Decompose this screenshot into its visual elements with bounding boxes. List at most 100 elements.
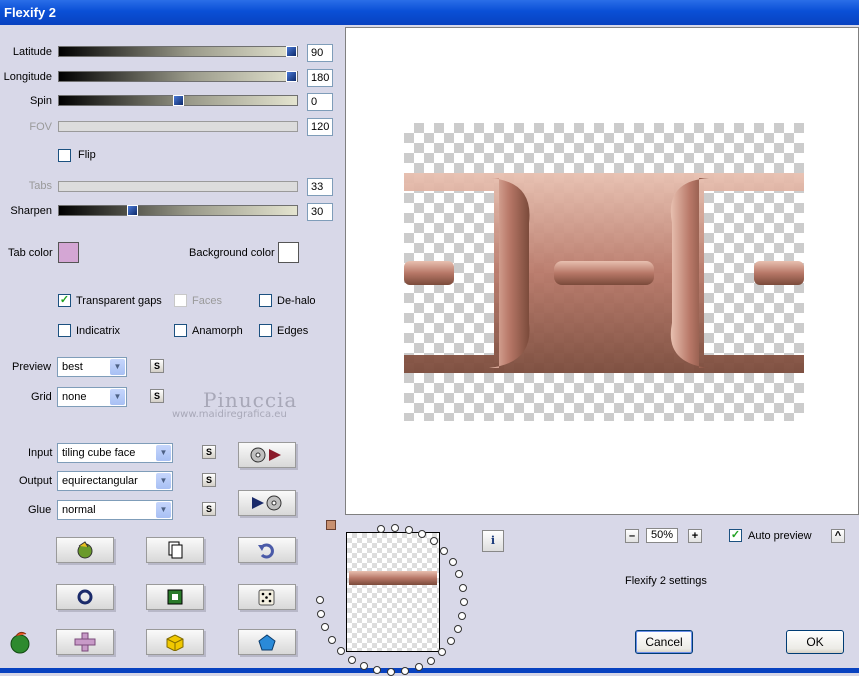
dial-dot[interactable] — [449, 557, 458, 566]
navigator-dial[interactable] — [312, 520, 472, 676]
preview-image — [404, 123, 804, 421]
square-frame-icon — [167, 589, 183, 605]
dial-dot[interactable] — [414, 662, 423, 671]
background-color-swatch[interactable] — [278, 242, 299, 263]
info-button[interactable]: i — [482, 530, 504, 552]
plugin-logo-icon — [8, 630, 32, 657]
chevron-down-icon: ▼ — [156, 502, 171, 518]
glue-label: Glue — [28, 504, 52, 516]
longitude-label: Longitude — [3, 71, 52, 83]
anamorph-label: Anamorph — [192, 325, 243, 337]
dial-dot[interactable] — [376, 524, 385, 533]
latitude-slider[interactable] — [58, 46, 298, 57]
edges-checkbox[interactable] — [259, 324, 272, 337]
de-halo-checkbox[interactable] — [259, 294, 272, 307]
copy-button[interactable] — [146, 537, 204, 563]
input-s-button[interactable]: S — [202, 445, 216, 459]
dice-button[interactable] — [238, 584, 296, 610]
spin-value[interactable]: 0 — [307, 93, 333, 111]
sharpen-slider[interactable] — [58, 205, 298, 216]
spin-slider-thumb[interactable] — [173, 95, 184, 106]
fov-slider — [58, 121, 298, 132]
rope-frame-image — [404, 173, 804, 373]
transparent-gaps-checkbox[interactable]: ✓ — [58, 294, 71, 307]
longitude-slider[interactable] — [58, 71, 298, 82]
randomize-button[interactable] — [56, 537, 114, 563]
pentagon-button[interactable] — [238, 629, 296, 655]
grid-s-button[interactable]: S — [150, 389, 164, 403]
title-bar: Flexify 2 — [0, 0, 859, 25]
dial-dot[interactable] — [404, 525, 413, 534]
latitude-value[interactable]: 90 — [307, 44, 333, 62]
dial-dot[interactable] — [390, 524, 399, 533]
save-preset-button[interactable] — [238, 490, 296, 516]
dial-dot[interactable] — [373, 666, 382, 675]
tab-shape-button[interactable] — [56, 629, 114, 655]
undo-icon — [258, 543, 274, 559]
dial-dot[interactable] — [458, 611, 467, 620]
chevron-down-icon: ▼ — [156, 473, 171, 489]
ring-button[interactable] — [56, 584, 114, 610]
dial-dot[interactable] — [387, 667, 396, 676]
longitude-value[interactable]: 180 — [307, 69, 333, 87]
grid-dropdown-value: none — [62, 391, 87, 403]
dial-dot[interactable] — [417, 530, 426, 539]
sharpen-slider-thumb[interactable] — [127, 205, 138, 216]
dial-dot[interactable] — [347, 655, 356, 664]
dial-dot[interactable] — [459, 597, 468, 606]
dial-dot[interactable] — [316, 596, 324, 604]
cancel-button[interactable]: Cancel — [635, 630, 693, 654]
dial-dot[interactable] — [458, 583, 467, 592]
dial-dot[interactable] — [321, 623, 330, 632]
undo-button[interactable] — [238, 537, 296, 563]
glue-s-button[interactable]: S — [202, 502, 216, 516]
dial-dot[interactable] — [455, 570, 464, 579]
grid-dropdown[interactable]: none ▼ — [57, 387, 127, 407]
preview-s-button[interactable]: S — [150, 359, 164, 373]
load-preset-button[interactable] — [238, 442, 296, 468]
dial-dot[interactable] — [401, 666, 410, 675]
edges-label: Edges — [277, 325, 309, 337]
flip-checkbox[interactable] — [58, 149, 71, 162]
input-dropdown[interactable]: tiling cube face ▼ — [57, 443, 173, 463]
zoom-in-button[interactable]: + — [688, 529, 702, 543]
longitude-slider-thumb[interactable] — [286, 71, 297, 82]
pentagon-icon — [258, 634, 276, 651]
cube-button[interactable] — [146, 629, 204, 655]
collapse-button[interactable]: ^ — [831, 529, 845, 543]
dial-dot[interactable] — [447, 637, 456, 646]
output-s-button[interactable]: S — [202, 473, 216, 487]
tab-color-label: Tab color — [8, 247, 53, 259]
dial-dot[interactable] — [359, 662, 368, 671]
spin-label: Spin — [29, 95, 52, 107]
dial-dot[interactable] — [327, 635, 336, 644]
indicatrix-checkbox[interactable] — [58, 324, 71, 337]
zoom-out-button[interactable]: – — [625, 529, 639, 543]
dial-dot[interactable] — [317, 609, 326, 618]
tabs-label: Tabs — [28, 180, 52, 192]
faces-label: Faces — [192, 295, 222, 307]
latitude-slider-thumb[interactable] — [286, 46, 297, 57]
preview-canvas[interactable] — [345, 27, 859, 515]
dial-dot[interactable] — [426, 656, 435, 665]
glue-dropdown[interactable]: normal ▼ — [57, 500, 173, 520]
tabs-value[interactable]: 33 — [307, 178, 333, 196]
tab-color-swatch[interactable] — [58, 242, 79, 263]
sharpen-label: Sharpen — [10, 205, 52, 217]
dial-dot[interactable] — [453, 625, 462, 633]
dial-dot[interactable] — [429, 537, 438, 546]
auto-preview-checkbox[interactable]: ✓ — [729, 529, 742, 542]
watermark-url: www.maidiregrafica.eu — [172, 409, 287, 420]
frame-button[interactable] — [146, 584, 204, 610]
anamorph-checkbox[interactable] — [174, 324, 187, 337]
dial-dot[interactable] — [440, 546, 449, 555]
dial-dot[interactable] — [336, 646, 345, 655]
preview-dropdown[interactable]: best ▼ — [57, 357, 127, 377]
preview-dropdown-value: best — [62, 361, 83, 373]
output-dropdown[interactable]: equirectangular ▼ — [57, 471, 173, 491]
sharpen-value[interactable]: 30 — [307, 203, 333, 221]
spin-slider[interactable] — [58, 95, 298, 106]
dial-dot[interactable] — [437, 647, 446, 656]
fov-value[interactable]: 120 — [307, 118, 333, 136]
ok-button[interactable]: OK — [786, 630, 844, 654]
